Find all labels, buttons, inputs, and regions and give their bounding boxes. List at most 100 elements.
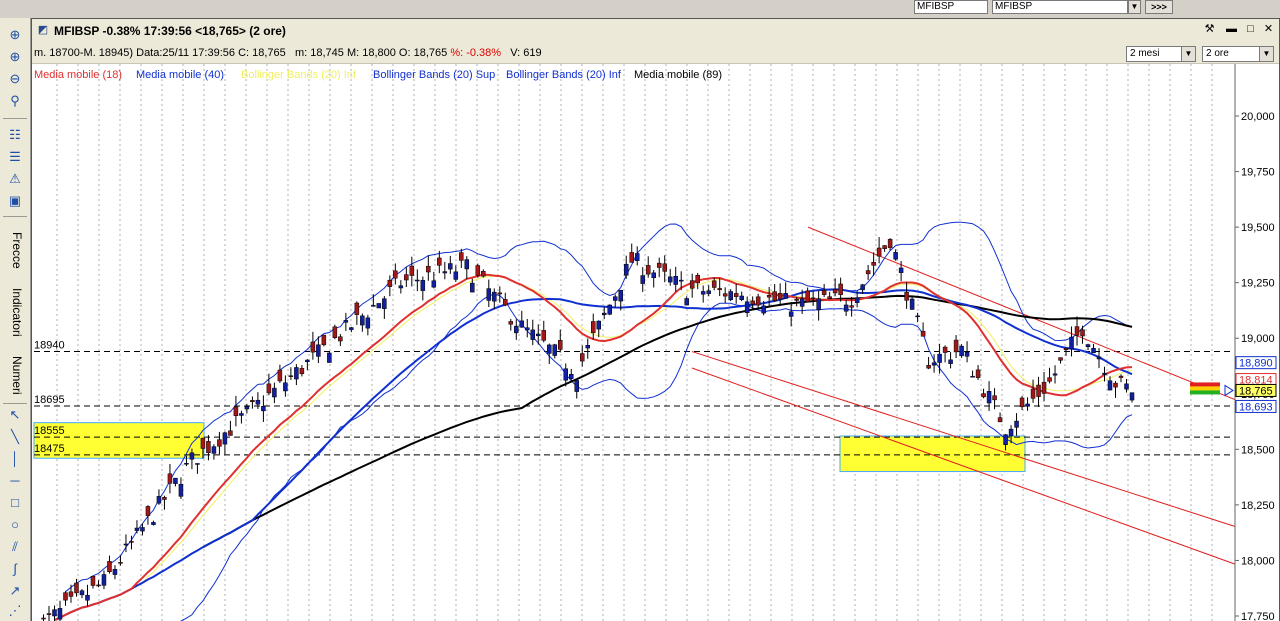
go-button[interactable]: >>> <box>1145 0 1173 14</box>
candle-up <box>123 543 129 546</box>
zoom-plus-icon[interactable]: ⊕ <box>5 48 25 66</box>
info-range: m. 18700-M. 18945) <box>34 47 134 59</box>
rectangle-icon[interactable]: □ <box>5 494 25 512</box>
candle-down <box>74 582 79 594</box>
arrows-panel-tab[interactable]: Frecce <box>4 223 24 278</box>
info-open: O: 18,765 <box>398 47 448 59</box>
pitchfork-icon[interactable]: ⋰ <box>5 602 25 620</box>
money-icon[interactable]: ▣ <box>5 192 25 210</box>
alert-icon[interactable]: ⚠ <box>5 170 25 188</box>
symbol-search-input-1[interactable]: MFIBSP <box>914 0 988 14</box>
candle-up <box>640 275 645 284</box>
symbol-search-input-2[interactable]: MFIBSP <box>992 0 1128 14</box>
candle-up <box>382 298 387 309</box>
zoom-in-icon[interactable]: ⊕ <box>5 26 25 44</box>
candle-up <box>398 285 404 289</box>
circle-icon[interactable]: ○ <box>5 516 25 534</box>
candle-up <box>552 344 558 356</box>
candle-up <box>360 315 365 326</box>
candle-up <box>909 298 915 310</box>
candle-up <box>612 296 618 301</box>
candle-down <box>645 265 651 275</box>
candle-down <box>832 288 838 294</box>
ohlc-readout: m. 18700-M. 18945) Data:25/11 17:39:56 C… <box>34 47 542 59</box>
candle-up <box>272 387 277 398</box>
candle-down <box>1019 397 1025 408</box>
candle-down <box>200 437 206 449</box>
candle-down <box>288 375 294 377</box>
candle-down <box>266 383 272 394</box>
candle-down <box>838 283 843 295</box>
vertical-line-icon[interactable]: │ <box>5 450 25 468</box>
horizontal-line-icon[interactable]: ─ <box>5 472 25 490</box>
candle-down <box>755 296 761 306</box>
numbers-panel-tab[interactable]: Numeri <box>4 348 24 403</box>
level-label: 18695 <box>34 394 65 406</box>
candle-up <box>486 288 492 301</box>
candle-down <box>96 584 101 587</box>
maximize-icon[interactable]: □ <box>1243 22 1258 37</box>
candle-up <box>57 608 63 620</box>
period-select[interactable]: 2 mesi ▼ <box>1126 46 1196 62</box>
minimize-icon[interactable]: ▬ <box>1224 22 1239 37</box>
candle-up <box>156 496 162 504</box>
info-min: m: 18,745 <box>294 47 344 59</box>
candle-down <box>481 271 486 277</box>
candle-up <box>1025 403 1030 407</box>
candle-up <box>184 463 189 465</box>
candle-down <box>206 441 211 454</box>
candle-up <box>442 271 448 274</box>
legend-item: Bollinger Bands (20) Sup <box>373 69 495 81</box>
indicator-list-icon[interactable]: ☷ <box>5 126 25 144</box>
candle-down <box>228 430 233 436</box>
chart-window: ◩ MFIBSP -0.38% 17:39:56 <18,765> (2 ore… <box>31 18 1280 621</box>
price-chart[interactable]: 18940 18695 18555 18475 20,000 19,750 19,500 1… <box>32 64 1279 621</box>
magnifier-icon[interactable]: ⚲ <box>5 92 25 110</box>
candle-down <box>299 368 305 375</box>
candle-up <box>728 291 733 300</box>
line-tool-icon[interactable]: ╲ <box>5 428 25 446</box>
price-tick-label: 18,000 <box>1241 555 1275 567</box>
candle-down <box>662 263 667 272</box>
candle-up <box>343 320 349 323</box>
candle-down <box>827 296 832 299</box>
candle-up <box>970 375 975 378</box>
chevron-down-icon[interactable]: ▼ <box>1128 0 1141 14</box>
candle-up <box>959 345 964 357</box>
candle-up <box>569 374 574 379</box>
close-icon[interactable]: ✕ <box>1261 22 1276 37</box>
candle-up <box>1124 383 1129 390</box>
candle-up <box>788 311 794 317</box>
candle-down <box>167 473 173 484</box>
candle-up <box>547 344 552 354</box>
candle-down <box>1047 377 1052 382</box>
candle-down <box>992 395 997 401</box>
cursor-icon[interactable]: ↖ <box>5 406 25 424</box>
candle-down <box>558 340 563 350</box>
interval-select[interactable]: 2 ore ▼ <box>1202 46 1274 62</box>
indicators-panel-tab[interactable]: Indicatori <box>4 280 24 345</box>
candle-up <box>700 291 706 295</box>
candle-down <box>821 289 827 295</box>
price-tag-label: 18,765 <box>1239 385 1273 397</box>
candle-down <box>217 439 222 447</box>
candle-up <box>420 280 426 291</box>
arrow-tool-icon[interactable]: ↗ <box>5 582 25 600</box>
candle-down <box>393 270 398 279</box>
candle-down <box>711 280 717 288</box>
zoom-out-icon[interactable]: ⊖ <box>5 70 25 88</box>
channel-icon[interactable]: ⫽ <box>5 538 25 556</box>
candle-down <box>717 288 722 290</box>
fibonacci-icon[interactable]: ∫ <box>5 560 25 578</box>
candle-up <box>898 267 904 273</box>
candle-down <box>310 341 316 353</box>
chevron-down-icon[interactable]: ▼ <box>1259 47 1273 61</box>
candle-up <box>937 353 942 363</box>
candle-up <box>1102 372 1107 375</box>
candle-down <box>338 336 343 342</box>
chevron-down-icon[interactable]: ▼ <box>1181 47 1195 61</box>
settings-icon[interactable]: ⚒ <box>1202 22 1217 37</box>
candle-up <box>189 452 195 460</box>
candle-up <box>1091 347 1096 354</box>
layers-icon[interactable]: ☰ <box>5 148 25 166</box>
